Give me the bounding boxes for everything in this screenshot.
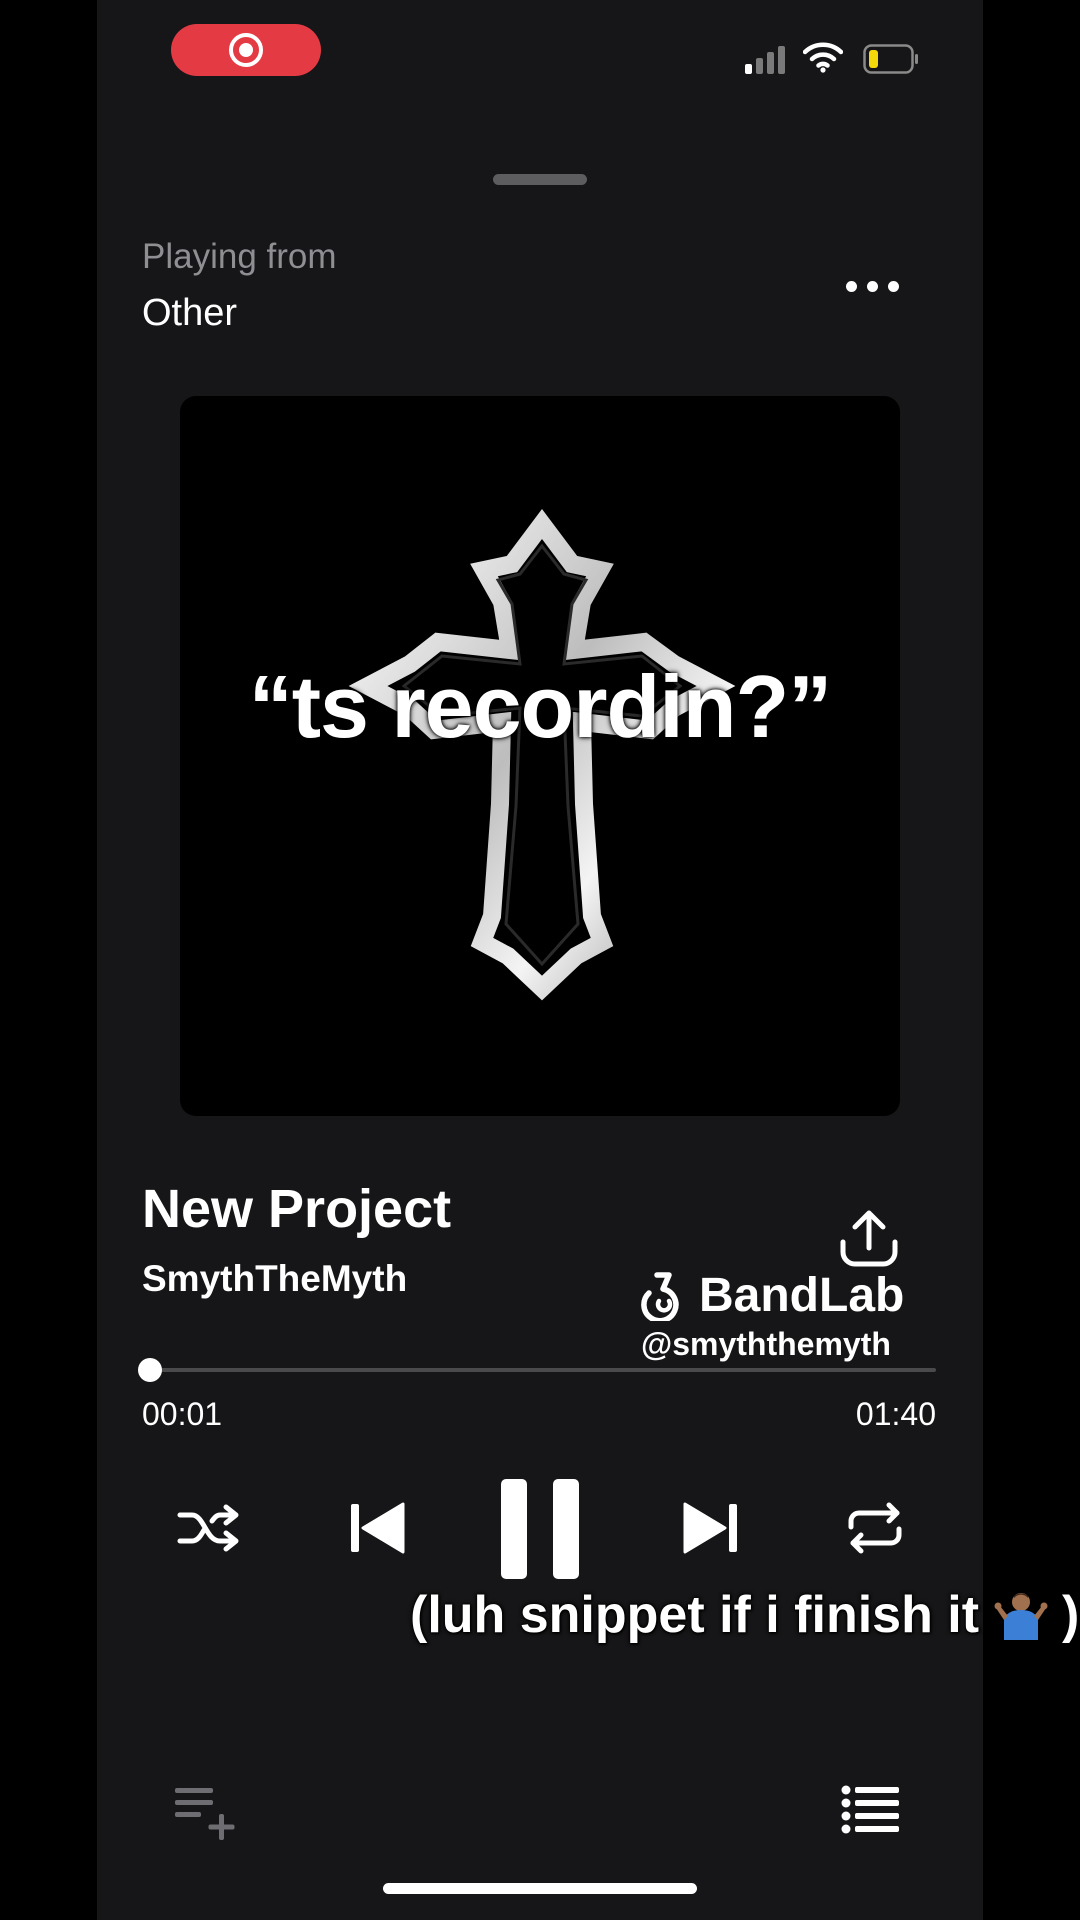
queue-list-icon[interactable] [841,1784,901,1834]
skip-previous-icon [351,1502,405,1554]
battery-low-icon [863,44,918,74]
now-playing-screen: Playing from Other “ts recordin?” New Pr… [97,0,1079,1920]
track-title: New Project [142,1179,452,1239]
more-horizontal-icon [845,280,857,292]
more-options-button[interactable] [832,268,912,304]
wifi-icon [803,42,843,73]
progress-knob[interactable] [137,1358,162,1382]
pause-button[interactable] [495,1474,585,1584]
shuffle-icon [177,1504,239,1552]
watermark-handle: @smyththemyth [641,1326,891,1362]
bandlab-logo-icon [641,1271,679,1321]
add-to-queue-icon[interactable] [173,1784,241,1842]
pause-icon [501,1479,579,1579]
record-icon [229,33,263,67]
share-icon[interactable] [837,1208,901,1268]
time-total: 01:40 [855,1396,936,1432]
bandlab-watermark: BandLab @smyththemyth [637,1268,905,1364]
caption-close-paren: ) [1061,1586,1080,1644]
caption-text: (luh snippet if i finish it [410,1586,980,1644]
shrug-emoji-icon [994,1593,1048,1640]
video-caption-overlay: (luh snippet if i finish it ) [410,1585,1080,1645]
shuffle-button[interactable] [173,1496,245,1560]
track-artist[interactable]: SmythTheMyth [142,1258,407,1300]
next-track-button[interactable] [675,1496,747,1560]
skip-next-icon [683,1502,737,1554]
artwork-caption: “ts recordin?” [248,657,833,756]
screen-recording-indicator[interactable] [171,24,321,76]
repeat-button[interactable] [839,1496,911,1560]
watermark-brand: BandLab [699,1269,905,1322]
playback-progress-bar[interactable] [137,1358,936,1382]
sheet-drag-handle[interactable] [493,174,587,185]
album-artwork: “ts recordin?” [180,396,900,1116]
playing-source-name[interactable]: Other [142,292,237,335]
home-indicator[interactable] [383,1883,697,1894]
previous-track-button[interactable] [341,1496,413,1560]
repeat-icon [848,1502,902,1554]
time-elapsed: 00:01 [142,1396,223,1432]
cellular-signal-icon [745,44,789,74]
playing-from-label: Playing from [142,237,337,276]
